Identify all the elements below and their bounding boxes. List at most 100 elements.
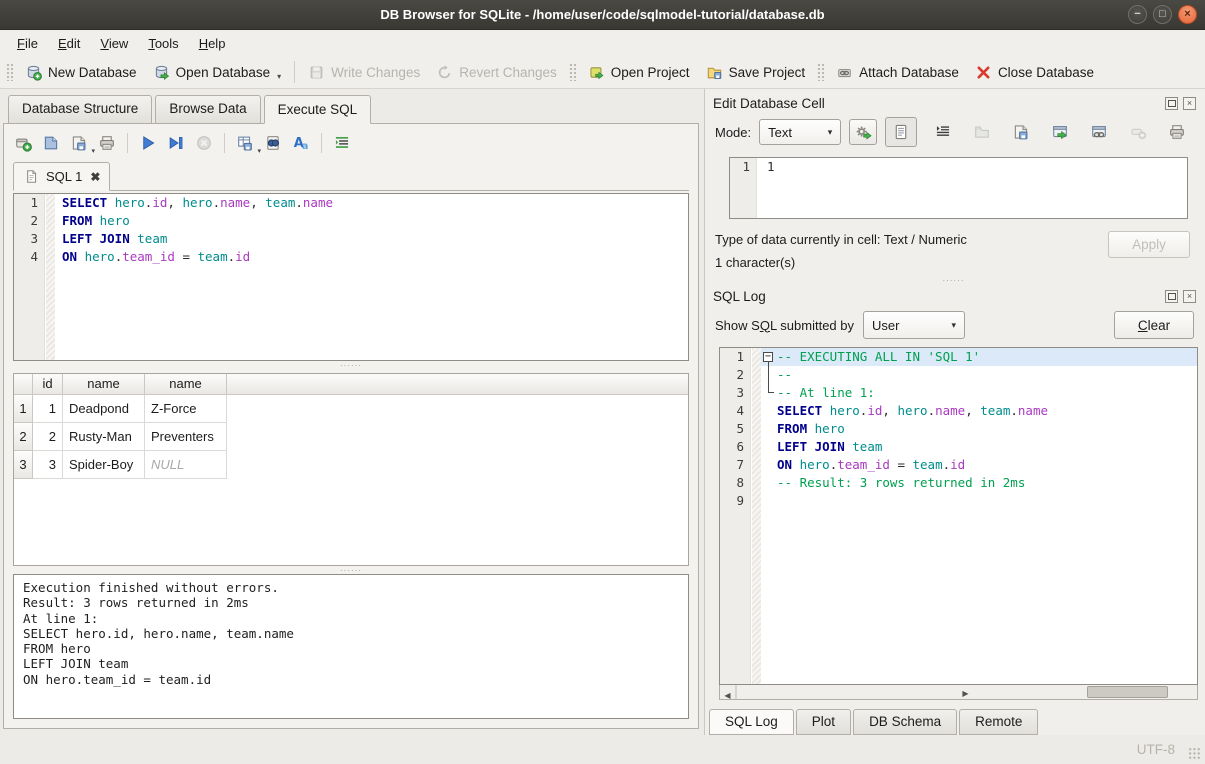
close-panel-icon[interactable]: × <box>1183 290 1196 303</box>
clear-button[interactable]: Clear <box>1114 311 1194 339</box>
sql-editor[interactable]: 1SELECT hero.id, hero.name, team.name2FR… <box>13 193 689 361</box>
table-corner-header[interactable] <box>14 374 33 395</box>
splitter-handle[interactable]: ······ <box>4 361 698 369</box>
auto-switch-mode-button[interactable] <box>849 119 877 145</box>
menu-view[interactable]: View <box>91 33 137 54</box>
save-results-dropdown-icon[interactable]: ▾ <box>257 147 261 155</box>
code-line[interactable]: 2-- <box>720 366 1197 384</box>
code-line[interactable]: 6LEFT JOIN team <box>720 438 1197 456</box>
code-line[interactable]: 11 <box>730 158 1187 176</box>
save-sql-file-dropdown-icon[interactable]: ▾ <box>91 147 95 155</box>
find-replace-button[interactable] <box>264 134 282 152</box>
indentation-button[interactable] <box>333 134 351 152</box>
table-row[interactable]: 33Spider-BoyNULL <box>14 451 688 479</box>
menu-help[interactable]: Help <box>190 33 235 54</box>
minimize-icon[interactable]: − <box>1128 5 1147 24</box>
open-sql-file-button[interactable] <box>42 134 60 152</box>
menu-edit[interactable]: Edit <box>49 33 89 54</box>
tab-plot[interactable]: Plot <box>796 709 851 735</box>
close-tab-icon[interactable]: ✖ <box>90 170 100 184</box>
attach-database-button[interactable]: Attach Database <box>828 60 967 85</box>
scroll-left-icon[interactable]: ◀ <box>720 685 736 699</box>
table-row[interactable]: 11DeadpondZ-Force <box>14 395 688 423</box>
table-cell[interactable]: NULL <box>145 451 227 479</box>
open-in-external-button[interactable] <box>1047 119 1073 145</box>
tab-sql-log[interactable]: SQL Log <box>709 709 794 735</box>
code-line[interactable]: 1−-- EXECUTING ALL IN 'SQL 1' <box>720 348 1197 366</box>
float-panel-icon[interactable] <box>1165 290 1178 303</box>
code-line[interactable]: 4SELECT hero.id, hero.name, team.name <box>720 402 1197 420</box>
code-line[interactable]: 7ON hero.team_id = team.id <box>720 456 1197 474</box>
window-controls: −□ × <box>1128 5 1197 24</box>
results-table[interactable]: idnamename11DeadpondZ-Force22Rusty-ManPr… <box>13 373 689 566</box>
row-header[interactable]: 2 <box>14 423 33 451</box>
tab-execute-sql[interactable]: Execute SQL <box>264 95 372 124</box>
table-row[interactable]: 22Rusty-ManPreventers <box>14 423 688 451</box>
code-line[interactable]: 3-- At line 1: <box>720 384 1197 402</box>
table-cell[interactable]: Deadpond <box>63 395 145 423</box>
submitted-by-select[interactable]: User ▾ <box>863 311 965 339</box>
save-results-button[interactable]: ▾ <box>236 134 254 152</box>
open-database-button[interactable]: Open Database▾ <box>145 60 290 85</box>
text-mode-button[interactable] <box>885 117 917 147</box>
table-cell[interactable]: 2 <box>33 423 63 451</box>
save-sql-file-button[interactable]: ▾ <box>70 134 88 152</box>
line-number: 3 <box>14 230 45 248</box>
close-panel-icon[interactable]: × <box>1183 97 1196 110</box>
mode-select[interactable]: Text ▾ <box>759 119 841 145</box>
table-cell[interactable]: Spider-Boy <box>63 451 145 479</box>
export-cell-data-button[interactable] <box>1008 119 1034 145</box>
sql-log-editor[interactable]: 1−-- EXECUTING ALL IN 'SQL 1'2--3-- At l… <box>719 347 1198 685</box>
horizontal-scrollbar[interactable]: ◀ ▶ <box>719 685 1198 700</box>
code-line[interactable]: 9 <box>720 492 1197 510</box>
open-link-button[interactable] <box>1086 119 1112 145</box>
size-grip[interactable] <box>1188 747 1201 760</box>
new-database-button[interactable]: New Database <box>17 60 145 85</box>
tab-browse-data[interactable]: Browse Data <box>155 95 260 124</box>
close-icon[interactable]: × <box>1178 5 1197 24</box>
close-database-button[interactable]: Close Database <box>967 60 1102 85</box>
code-line[interactable]: 2FROM hero <box>14 212 688 230</box>
column-header-name-1[interactable]: name <box>63 374 145 395</box>
execute-current-line-button[interactable] <box>167 134 185 152</box>
print-cell-button[interactable] <box>1164 119 1190 145</box>
code-line[interactable]: 4ON hero.team_id = team.id <box>14 248 688 266</box>
splitter-handle[interactable]: ······ <box>709 276 1198 284</box>
table-cell[interactable]: Preventers <box>145 423 227 451</box>
menu-tools[interactable]: Tools <box>139 33 187 54</box>
open-database-dropdown-icon[interactable]: ▾ <box>277 72 281 81</box>
table-cell[interactable]: 3 <box>33 451 63 479</box>
tab-database-structure[interactable]: Database Structure <box>8 95 152 124</box>
code-line[interactable]: 5FROM hero <box>720 420 1197 438</box>
table-cell[interactable]: Rusty-Man <box>63 423 145 451</box>
tab-remote[interactable]: Remote <box>959 709 1038 735</box>
table-cell[interactable]: 1 <box>33 395 63 423</box>
print-sql-button[interactable] <box>98 134 116 152</box>
row-header[interactable]: 1 <box>14 395 33 423</box>
save-project-button[interactable]: Save Project <box>698 60 814 85</box>
column-header-name-2[interactable]: name <box>145 374 227 395</box>
cell-editor[interactable]: 11 <box>729 157 1188 219</box>
word-wrap-button[interactable] <box>930 119 956 145</box>
new-sql-tab-button[interactable] <box>14 134 32 152</box>
maximize-icon[interactable]: □ <box>1153 5 1172 24</box>
auto-format-button[interactable]: Aa <box>292 134 310 152</box>
gutter-gap <box>751 348 761 366</box>
row-header[interactable]: 3 <box>14 451 33 479</box>
float-panel-icon[interactable] <box>1165 97 1178 110</box>
execute-all-button[interactable] <box>139 134 157 152</box>
sql-tab[interactable]: SQL 1 ✖ <box>13 162 110 191</box>
menu-file[interactable]: File <box>8 33 47 54</box>
table-cell[interactable]: Z-Force <box>145 395 227 423</box>
code-line[interactable]: 1SELECT hero.id, hero.name, team.name <box>14 194 688 212</box>
tab-db-schema[interactable]: DB Schema <box>853 709 957 735</box>
fold-collapse-icon[interactable]: − <box>763 352 773 362</box>
code-line[interactable]: 8-- Result: 3 rows returned in 2ms <box>720 474 1197 492</box>
apply-button[interactable]: Apply <box>1108 231 1190 258</box>
column-header-id-0[interactable]: id <box>33 374 63 395</box>
open-project-button[interactable]: Open Project <box>580 60 698 85</box>
splitter-handle[interactable]: ······ <box>4 566 698 574</box>
save-results-icon <box>236 134 254 152</box>
scrollbar-thumb[interactable] <box>1087 686 1168 698</box>
code-line[interactable]: 3LEFT JOIN team <box>14 230 688 248</box>
